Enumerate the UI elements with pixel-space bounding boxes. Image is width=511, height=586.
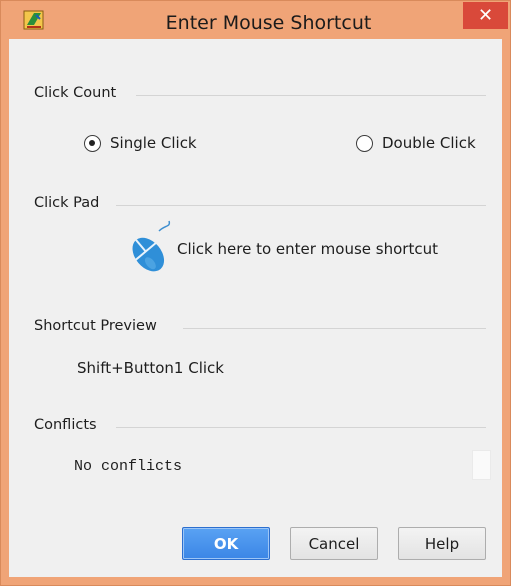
help-button[interactable]: Help — [398, 527, 486, 560]
shortcut-preview-value: Shift+Button1 Click — [77, 359, 224, 377]
click-count-label: Click Count — [34, 85, 117, 101]
ok-button[interactable]: OK — [182, 527, 270, 560]
click-pad-text: Click here to enter mouse shortcut — [177, 240, 438, 258]
single-click-radio[interactable]: Single Click — [84, 134, 197, 152]
close-button[interactable]: ✕ — [463, 2, 508, 29]
double-click-radio-button[interactable] — [356, 134, 373, 152]
conflicts-label: Conflicts — [34, 417, 97, 433]
click-pad-label: Click Pad — [34, 195, 100, 211]
shortcut-preview-divider — [183, 328, 486, 329]
double-click-label: Double Click — [382, 134, 476, 152]
close-icon: ✕ — [477, 5, 494, 26]
click-pad-divider — [116, 205, 486, 206]
cancel-button[interactable]: Cancel — [290, 527, 378, 560]
dialog-body: Click Count Single Click Double Click Cl… — [9, 39, 502, 577]
dialog-window: Enter Mouse Shortcut ✕ Click Count Singl… — [0, 0, 511, 586]
conflicts-scrollbar[interactable] — [472, 450, 491, 480]
mouse-icon — [132, 220, 171, 272]
shortcut-preview-label: Shortcut Preview — [34, 318, 157, 334]
click-pad-area[interactable]: Click here to enter mouse shortcut — [121, 219, 461, 277]
double-click-radio[interactable]: Double Click — [356, 134, 476, 152]
title-bar[interactable]: Enter Mouse Shortcut ✕ — [1, 1, 510, 39]
single-click-label: Single Click — [110, 134, 197, 152]
click-count-divider — [136, 95, 486, 96]
single-click-radio-button[interactable] — [84, 134, 101, 152]
conflicts-value: No conflicts — [74, 458, 183, 475]
window-title: Enter Mouse Shortcut — [165, 12, 372, 34]
conflicts-divider — [116, 427, 486, 428]
